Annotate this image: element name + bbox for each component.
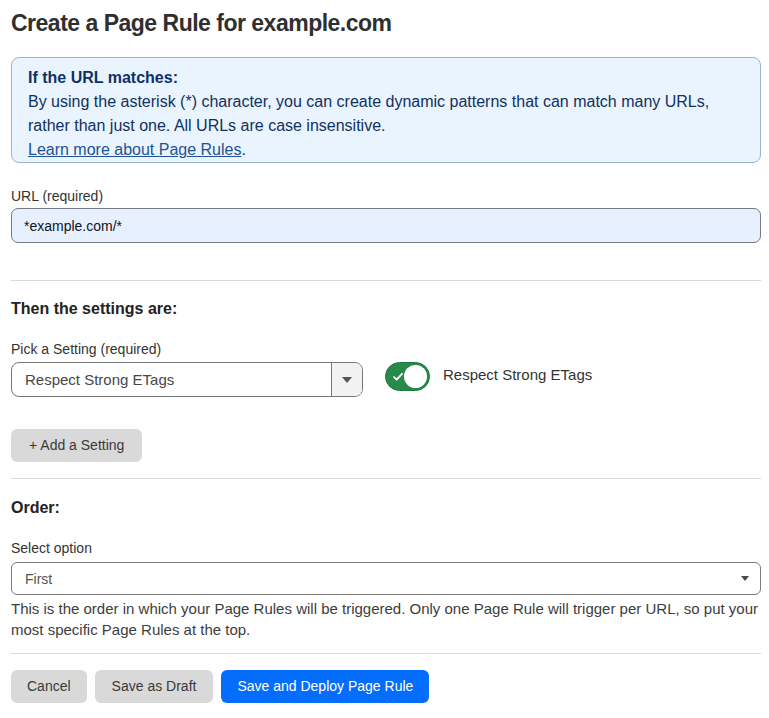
page-title: Create a Page Rule for example.com (11, 11, 761, 35)
settings-section-heading: Then the settings are: (11, 301, 761, 317)
url-match-info-box: If the URL matches: By using the asteris… (11, 57, 761, 163)
divider-2 (11, 478, 761, 479)
url-input[interactable] (11, 208, 761, 243)
chevron-down-icon (342, 377, 352, 383)
order-section-heading: Order: (11, 500, 761, 516)
toggle-knob (404, 365, 427, 388)
order-help-text: This is the order in which your Page Rul… (11, 598, 767, 640)
info-box-body: By using the asterisk (*) character, you… (28, 90, 734, 138)
info-box-heading: If the URL matches: (28, 66, 744, 90)
url-field-label: URL (required) (11, 188, 761, 204)
link-period: . (241, 141, 245, 158)
add-setting-button[interactable]: + Add a Setting (11, 429, 142, 462)
order-caret-icon (741, 576, 749, 581)
pick-setting-label: Pick a Setting (required) (11, 341, 761, 357)
learn-more-link[interactable]: Learn more about Page Rules (28, 141, 241, 158)
divider-1 (11, 280, 761, 281)
order-select[interactable]: First (11, 562, 761, 595)
cancel-button[interactable]: Cancel (11, 670, 87, 703)
divider-3 (11, 653, 761, 654)
save-deploy-button[interactable]: Save and Deploy Page Rule (221, 670, 429, 703)
check-icon (393, 373, 404, 382)
order-select-value: First (25, 571, 741, 587)
select-option-label: Select option (11, 540, 761, 556)
setting-dropdown-value: Respect Strong ETags (12, 363, 331, 396)
setting-dropdown[interactable]: Respect Strong ETags (11, 362, 363, 397)
toggle-label: Respect Strong ETags (443, 362, 592, 388)
setting-dropdown-arrow-button[interactable] (331, 363, 362, 396)
setting-toggle[interactable] (385, 362, 430, 391)
save-draft-button[interactable]: Save as Draft (95, 670, 214, 703)
